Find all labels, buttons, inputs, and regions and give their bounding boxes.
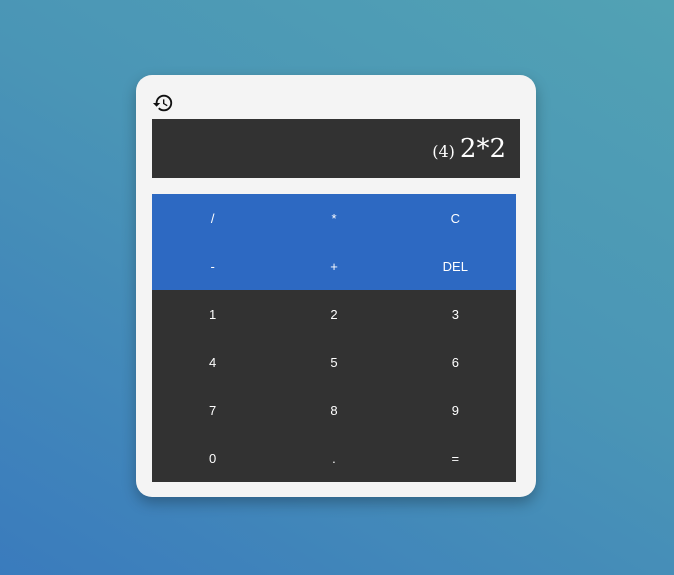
digit-6-button[interactable]: 6 — [394, 338, 516, 386]
expression-value: 2*2 — [459, 133, 506, 164]
digit-0-button[interactable]: 0 — [152, 434, 274, 482]
digit-1-button[interactable]: 1 — [152, 290, 274, 338]
divide-button[interactable]: / — [152, 194, 274, 242]
digit-7-button[interactable]: 7 — [152, 386, 274, 434]
digit-3-button[interactable]: 3 — [394, 290, 516, 338]
multiply-button[interactable]: * — [273, 194, 395, 242]
digit-8-button[interactable]: 8 — [273, 386, 395, 434]
result-value: (4) — [432, 142, 455, 161]
calculator-display: (4) 2*2 — [152, 119, 520, 178]
history-icon[interactable] — [152, 92, 174, 114]
add-button[interactable]: + — [273, 242, 395, 290]
decimal-button[interactable]: . — [273, 434, 395, 482]
calculator-card: (4) 2*2 / * C - + DEL 1 2 3 4 5 6 7 8 9 … — [136, 75, 536, 497]
clear-button[interactable]: C — [394, 194, 516, 242]
delete-button[interactable]: DEL — [394, 242, 516, 290]
digit-2-button[interactable]: 2 — [273, 290, 395, 338]
keypad: / * C - + DEL 1 2 3 4 5 6 7 8 9 0 . = — [152, 194, 516, 482]
equals-button[interactable]: = — [394, 434, 516, 482]
digit-4-button[interactable]: 4 — [152, 338, 274, 386]
subtract-button[interactable]: - — [152, 242, 274, 290]
digit-9-button[interactable]: 9 — [394, 386, 516, 434]
digit-5-button[interactable]: 5 — [273, 338, 395, 386]
